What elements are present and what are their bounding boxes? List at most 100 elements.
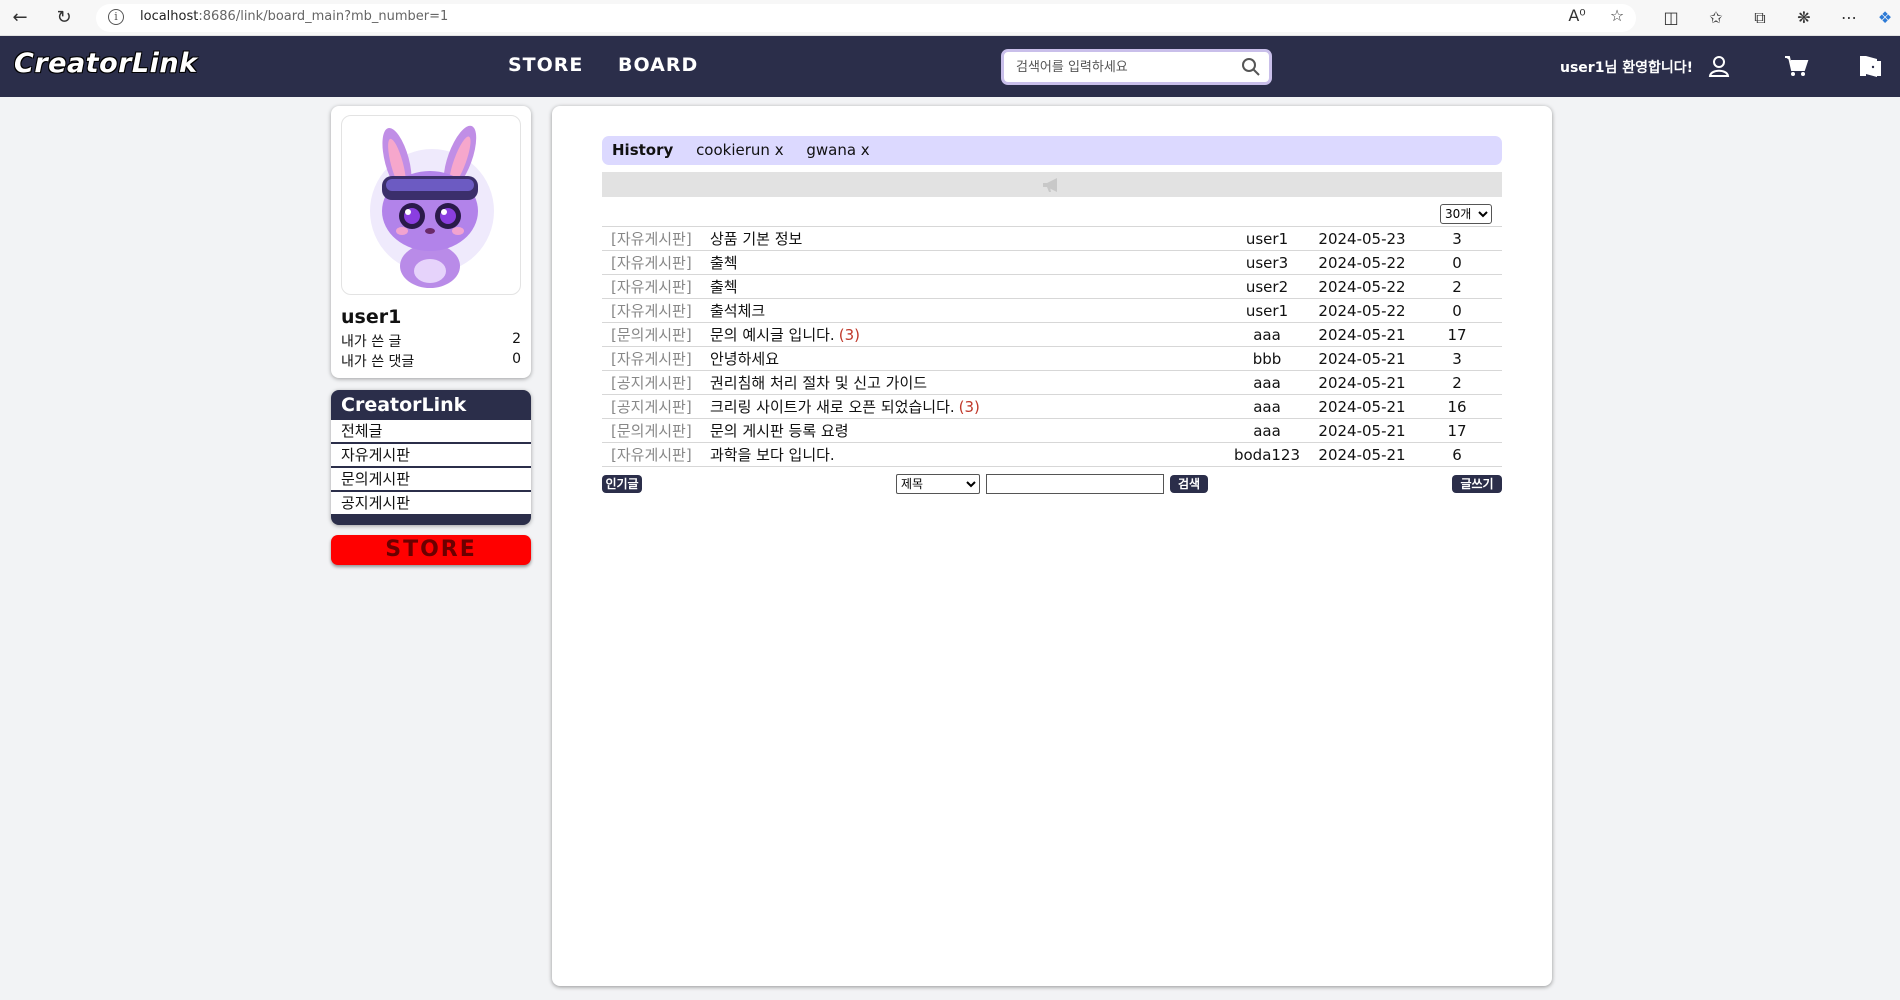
stat-value: 2	[512, 331, 521, 347]
post-title[interactable]: 권리침해 처리 절차 및 신고 가이드	[710, 374, 927, 392]
post-row[interactable]: [공지게시판] 크리링 사이트가 새로 오픈 되었습니다. (3) aaa 2024-0…	[602, 394, 1502, 419]
post-row[interactable]: [자유게시판] 상품 기본 정보 user1 2024-05-23 3	[602, 226, 1502, 251]
site-info-icon[interactable]: i	[108, 9, 124, 25]
post-writer: bbb	[1252, 349, 1282, 368]
profile-card: user1 내가 쓴 글 2 내가 쓴 댓글 0	[331, 106, 531, 378]
nav-board[interactable]: BOARD	[618, 54, 698, 76]
reload-icon[interactable]: ↻	[52, 6, 76, 30]
post-views: 17	[1447, 421, 1467, 440]
post-title[interactable]: 과학을 보다 입니다.	[710, 446, 835, 464]
notice-bar[interactable]	[602, 172, 1502, 197]
post-title-cell[interactable]: 문의 예시글 입니다. (3)	[702, 323, 1222, 347]
cart-icon[interactable]	[1783, 53, 1809, 79]
post-title[interactable]: 출석체크	[710, 302, 765, 320]
split-screen-icon[interactable]: ◫	[1658, 6, 1684, 30]
more-icon[interactable]: ⋯	[1836, 6, 1862, 30]
address-bar[interactable]: i localhost:8686/link/board_main?mb_numb…	[96, 4, 1636, 32]
post-writer: user1	[1245, 229, 1289, 248]
post-date: 2024-05-21	[1318, 349, 1406, 368]
search-type-select[interactable]: 제목	[896, 474, 980, 494]
post-date: 2024-05-22	[1318, 253, 1406, 272]
extensions-icon[interactable]: ❋	[1791, 6, 1817, 30]
post-title-cell[interactable]: 출첵	[702, 275, 1222, 299]
comment-count: (3)	[838, 326, 860, 344]
nav-store[interactable]: STORE	[508, 54, 583, 76]
read-aloud-icon[interactable]: A⁰	[1564, 4, 1590, 28]
board-menu: CreatorLink 전체글 자유게시판 문의게시판 공지게시판	[331, 390, 531, 525]
history-chip[interactable]: cookierun x	[696, 141, 784, 159]
post-writer: boda123	[1233, 445, 1301, 464]
post-row[interactable]: [자유게시판] 안녕하세요 bbb 2024-05-21 3	[602, 346, 1502, 371]
user-icon[interactable]	[1706, 53, 1732, 79]
post-date: 2024-05-21	[1318, 373, 1406, 392]
megaphone-icon	[1040, 177, 1064, 193]
post-title[interactable]: 문의 예시글 입니다.	[710, 326, 835, 344]
per-page-select[interactable]: 30개	[1440, 204, 1492, 224]
post-views: 17	[1447, 325, 1467, 344]
post-title-cell[interactable]: 크리링 사이트가 새로 오픈 되었습니다. (3)	[702, 395, 1222, 419]
history-bar: History cookierun x gwana x	[602, 136, 1502, 165]
post-date: 2024-05-21	[1318, 397, 1406, 416]
profile-username: user1	[341, 306, 402, 328]
post-views: 3	[1452, 229, 1462, 248]
post-writer: aaa	[1253, 325, 1281, 344]
post-date: 2024-05-23	[1318, 229, 1406, 248]
copilot-icon[interactable]: ❖	[1872, 6, 1898, 30]
board-search-button[interactable]: 검색	[1170, 475, 1208, 493]
post-views: 2	[1452, 277, 1462, 296]
site-logo[interactable]: CreatorLink	[14, 48, 198, 79]
post-row[interactable]: [자유게시판] 과학을 보다 입니다. boda123 2024-05-21 6	[602, 442, 1502, 467]
post-writer: user1	[1245, 301, 1289, 320]
store-button[interactable]: STORE	[331, 535, 531, 565]
header-search	[1001, 49, 1272, 85]
post-title-cell[interactable]: 출석체크	[702, 299, 1222, 323]
post-title[interactable]: 상품 기본 정보	[710, 230, 802, 248]
browser-toolbar: ← ↻ i localhost:8686/link/board_main?mb_…	[0, 0, 1900, 36]
post-row[interactable]: [자유게시판] 출석체크 user1 2024-05-22 0	[602, 298, 1502, 323]
comment-count: (3)	[958, 398, 980, 416]
search-input[interactable]	[1016, 57, 1236, 77]
stat-my-comments[interactable]: 내가 쓴 댓글 0	[341, 351, 521, 371]
board-search-input[interactable]	[986, 474, 1164, 494]
stat-my-posts[interactable]: 내가 쓴 글 2	[341, 331, 521, 351]
post-title-cell[interactable]: 상품 기본 정보	[702, 227, 1222, 251]
post-title[interactable]: 크리링 사이트가 새로 오픈 되었습니다.	[710, 398, 955, 416]
post-category: [자유게시판]	[611, 230, 692, 248]
post-title-cell[interactable]: 출첵	[702, 251, 1222, 275]
back-icon[interactable]: ←	[8, 6, 32, 30]
popular-posts-button[interactable]: 인기글	[602, 475, 642, 493]
post-title[interactable]: 출첵	[710, 278, 738, 296]
post-title[interactable]: 문의 게시판 등록 요령	[710, 422, 849, 440]
post-row[interactable]: [자유게시판] 출첵 user3 2024-05-22 0	[602, 250, 1502, 275]
menu-item-notice[interactable]: 공지게시판	[331, 492, 531, 514]
post-row[interactable]: [문의게시판] 문의 예시글 입니다. (3) aaa 2024-05-21 17	[602, 322, 1502, 347]
post-row[interactable]: [자유게시판] 출첵 user2 2024-05-22 2	[602, 274, 1502, 299]
post-title[interactable]: 안녕하세요	[710, 350, 779, 368]
post-title-cell[interactable]: 안녕하세요	[702, 347, 1222, 371]
menu-item-free[interactable]: 자유게시판	[331, 444, 531, 466]
post-row[interactable]: [공지게시판] 권리침해 처리 절차 및 신고 가이드 aaa 2024-05-21 2	[602, 370, 1502, 395]
menu-item-inquiry[interactable]: 문의게시판	[331, 468, 531, 490]
post-writer: aaa	[1253, 421, 1281, 440]
post-row[interactable]: [문의게시판] 문의 게시판 등록 요령 aaa 2024-05-21 17	[602, 418, 1502, 443]
write-post-button[interactable]: 글쓰기	[1452, 475, 1502, 493]
menu-title: CreatorLink	[341, 394, 467, 416]
post-title-cell[interactable]: 권리침해 처리 절차 및 신고 가이드	[702, 371, 1222, 395]
post-title[interactable]: 출첵	[710, 254, 738, 272]
collections-icon[interactable]: ⧉	[1747, 6, 1773, 30]
post-title-cell[interactable]: 과학을 보다 입니다.	[702, 443, 1222, 467]
post-writer: user2	[1245, 277, 1289, 296]
site-header: CreatorLink STORE BOARD user1님 환영합니다!	[0, 36, 1900, 97]
post-category: [자유게시판]	[611, 302, 692, 320]
menu-item-all[interactable]: 전체글	[331, 420, 531, 442]
address-url[interactable]: localhost:8686/link/board_main?mb_number…	[140, 9, 448, 24]
search-icon[interactable]	[1241, 57, 1261, 77]
board-main: History cookierun x gwana x 30개 [자유게시판] 상…	[552, 106, 1552, 986]
favorites-icon[interactable]: ✩	[1703, 6, 1729, 30]
history-chip[interactable]: gwana x	[806, 141, 869, 159]
post-category: [자유게시판]	[611, 350, 692, 368]
logout-door-icon[interactable]	[1857, 53, 1883, 79]
favorite-star-icon[interactable]: ☆	[1604, 4, 1630, 28]
stat-label: 내가 쓴 댓글	[341, 354, 415, 370]
post-title-cell[interactable]: 문의 게시판 등록 요령	[702, 419, 1222, 443]
